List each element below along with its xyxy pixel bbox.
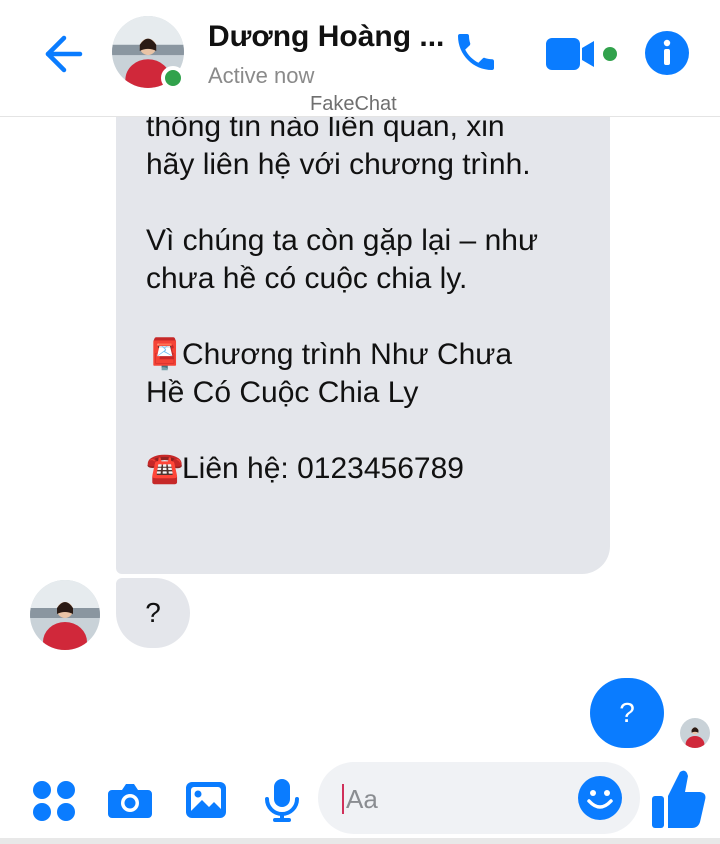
back-arrow-icon[interactable]	[38, 30, 86, 78]
smiley-icon[interactable]	[576, 774, 624, 822]
message-bubble-incoming[interactable]: ?	[116, 578, 190, 648]
telephone-icon: ☎️	[146, 452, 184, 485]
info-icon[interactable]	[644, 30, 690, 76]
watermark-label: FakeChat	[310, 93, 397, 115]
bottom-edge	[0, 838, 720, 844]
contact-phone-line: Liên hệ: 0123456789	[182, 452, 464, 485]
contact-name[interactable]: Dương Hoàng ...	[208, 20, 444, 54]
message-bubble-incoming[interactable]: thông tin nào liên quan, xin hãy liên hệ…	[116, 60, 610, 574]
message-input-container[interactable]	[318, 762, 640, 834]
video-camera-icon[interactable]	[544, 34, 624, 74]
header-divider	[0, 116, 720, 117]
message-line: hãy liên hệ với chương trình.	[146, 148, 531, 181]
microphone-icon[interactable]	[258, 776, 306, 824]
apps-grid-icon[interactable]	[30, 776, 78, 824]
message-bubble-outgoing[interactable]: ?	[590, 678, 664, 748]
message-input[interactable]	[344, 776, 578, 822]
thumbs-up-icon[interactable]	[650, 766, 708, 832]
message-line: Vì chúng ta còn gặp lại – như	[146, 224, 539, 257]
contact-avatar-small[interactable]	[30, 580, 100, 650]
message-line: ☎️Liên hệ: 0123456789	[146, 450, 580, 488]
contact-status: Active now	[208, 63, 315, 88]
image-icon[interactable]	[182, 776, 230, 824]
camera-icon[interactable]	[106, 776, 154, 824]
postbox-icon: 📮	[146, 338, 184, 371]
message-line: Hề Có Cuộc Chia Ly	[146, 376, 419, 409]
program-name-line1: Chương trình Như Chưa	[182, 338, 513, 371]
seen-indicator-avatar	[680, 718, 710, 748]
phone-icon[interactable]	[452, 28, 500, 76]
message-line: chưa hề có cuộc chia ly.	[146, 262, 468, 295]
message-composer	[0, 756, 720, 844]
online-status-dot	[161, 66, 185, 90]
message-line: 📮Chương trình Như Chưa	[146, 336, 580, 374]
